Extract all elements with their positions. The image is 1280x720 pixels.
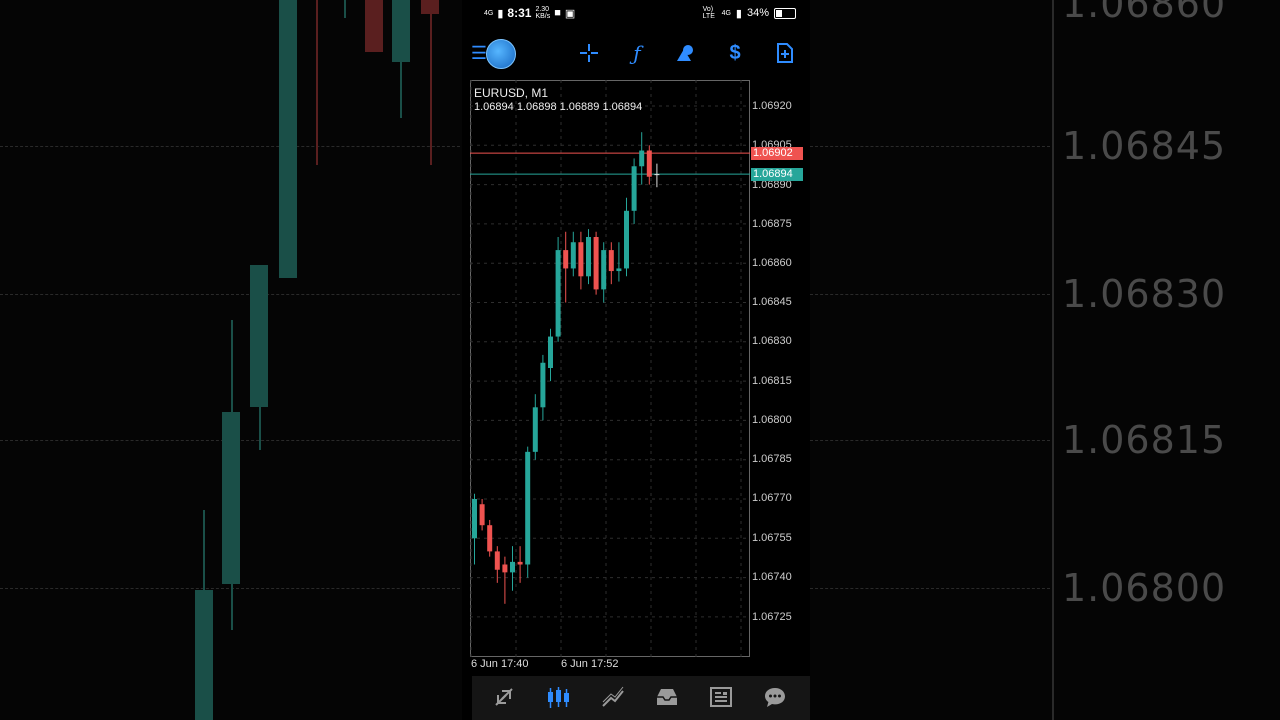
messages-icon[interactable]: [761, 684, 789, 710]
candle-body: [548, 336, 553, 368]
background-candle: [279, 0, 297, 278]
battery-percent: 34%: [746, 7, 769, 19]
new-order-icon[interactable]: [772, 40, 798, 66]
status-time: 8:31: [507, 6, 532, 20]
candle-body: [472, 499, 477, 539]
chart-ohlc: 1.06894 1.06898 1.06889 1.06894: [474, 101, 643, 113]
candle-body: [517, 561, 523, 565]
candle-body: [593, 237, 599, 290]
status-bar: 4G ▮ 8:31 2.30 KB/s ■ ▣ Vo) LTE 4G ▮ 34%: [462, 0, 810, 28]
background-candle: [392, 0, 410, 62]
y-tick-label: 1.06800: [752, 414, 792, 426]
candle-body: [586, 237, 591, 277]
candle-body: [616, 268, 622, 272]
y-tick-label: 1.06920: [752, 100, 792, 112]
background-candle: [250, 265, 268, 407]
candle-body: [487, 525, 493, 552]
indicators-icon[interactable]: ƒ: [624, 40, 650, 66]
symbol-price-icon[interactable]: $: [722, 40, 748, 66]
metatrader-logo-icon[interactable]: [486, 39, 516, 69]
candle-body: [601, 250, 607, 290]
battery-icon: [774, 7, 796, 19]
background-price-label: 1.06800: [1062, 566, 1227, 610]
background-grid-line: [0, 588, 470, 589]
background-grid-line: [810, 440, 1050, 441]
x-axis-label: 6 Jun 17:52: [561, 658, 619, 670]
trade-icon[interactable]: [599, 684, 627, 710]
candle-body: [563, 250, 569, 269]
y-tick-label: 1.06830: [752, 335, 792, 347]
candle-body: [510, 561, 515, 573]
background-candle-wick: [430, 0, 432, 165]
background-grid-line: [0, 294, 470, 295]
news-icon[interactable]: [707, 684, 735, 710]
signal-bars-icon: ▮: [735, 7, 742, 20]
y-tick-label: 1.06875: [752, 218, 792, 230]
status-bar-left: 4G ▮ 8:31 2.30 KB/s ■ ▣: [484, 6, 575, 20]
candle-body: [624, 210, 629, 269]
background-candle: [421, 0, 439, 14]
candle-body: [479, 504, 485, 526]
net-speed-unit: KB/s: [535, 13, 551, 20]
background-price-label: 1.06860: [1062, 0, 1227, 26]
background-grid-line: [810, 146, 1050, 147]
y-tick-label: 1.06815: [752, 375, 792, 387]
candle-body: [532, 407, 538, 452]
ask-price-tag: 1.06902: [751, 147, 803, 160]
y-tick-label: 1.06860: [752, 257, 792, 269]
signal-icon: ▮: [497, 7, 504, 20]
camera-icon: ■: [554, 7, 561, 19]
background-candle: [195, 590, 213, 720]
x-axis-label: 6 Jun 17:40: [471, 658, 529, 670]
background-candle-wick: [316, 0, 318, 165]
background-candle: [365, 0, 383, 52]
volte-indicator: Vo) LTE: [702, 6, 715, 20]
candle-body: [570, 242, 576, 269]
y-tick-label: 1.06740: [752, 571, 792, 583]
background-candle: [222, 412, 240, 584]
history-icon[interactable]: [653, 684, 681, 710]
candle-body: [646, 150, 652, 177]
y-tick-label: 1.06785: [752, 453, 792, 465]
candle-body: [578, 242, 584, 277]
candle-body: [639, 150, 645, 167]
chart-icon[interactable]: [544, 684, 572, 710]
network-type-right: 4G: [721, 9, 731, 17]
candle-body: [502, 564, 508, 573]
candle-body: [608, 250, 614, 272]
candle-body: [540, 362, 546, 408]
network-type: 4G: [484, 9, 494, 17]
background-grid-line: [810, 294, 1050, 295]
y-tick-label: 1.06725: [752, 611, 792, 623]
candle-body: [494, 551, 500, 570]
y-tick-label: 1.06755: [752, 532, 792, 544]
background-grid-line: [0, 146, 470, 147]
background-grid-line: [810, 588, 1050, 589]
candle-body: [555, 250, 561, 337]
net-speed-value: 2.30: [535, 6, 550, 13]
notification-icon: ▣: [564, 7, 576, 20]
background-price-label: 1.06815: [1062, 418, 1227, 462]
status-bar-right: Vo) LTE 4G ▮ 34%: [703, 6, 796, 20]
net-speed: 2.30 KB/s: [535, 6, 550, 20]
quotes-icon[interactable]: [490, 684, 518, 710]
candle-body: [631, 166, 637, 211]
bottom-navigation: [472, 676, 810, 720]
background-price-label: 1.06845: [1062, 124, 1227, 168]
chart-toolbar: ☰ ƒ $: [462, 36, 810, 70]
candle-body: [654, 174, 660, 176]
background-axis-line: [1052, 0, 1054, 720]
background-candle-wick: [344, 0, 346, 18]
background-right-panel: [810, 0, 1280, 720]
candle-body: [525, 451, 531, 565]
candlestick-chart[interactable]: [470, 80, 750, 657]
phone-screen: 4G ▮ 8:31 2.30 KB/s ■ ▣ Vo) LTE 4G ▮ 34%…: [462, 0, 810, 720]
crosshair-icon[interactable]: [576, 40, 602, 66]
bid-price-tag: 1.06894: [751, 168, 803, 181]
y-tick-label: 1.06770: [752, 492, 792, 504]
objects-icon[interactable]: [673, 40, 699, 66]
chart-symbol: EURUSD, M1: [474, 86, 549, 100]
y-tick-label: 1.06845: [752, 296, 792, 308]
background-price-label: 1.06830: [1062, 272, 1227, 316]
